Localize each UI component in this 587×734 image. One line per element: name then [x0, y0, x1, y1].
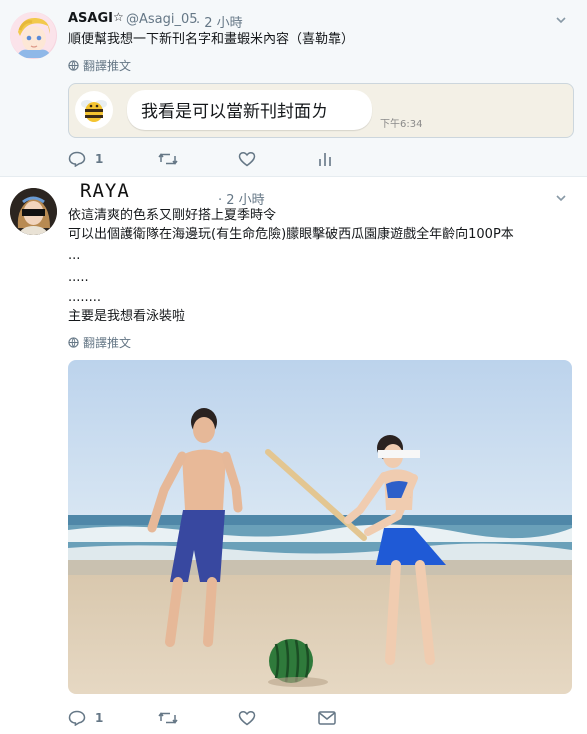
retweet-button[interactable] [158, 710, 238, 726]
display-name[interactable]: RAYA [80, 180, 130, 202]
chevron-down-icon[interactable] [555, 14, 567, 26]
translate-link[interactable]: 翻譯推文 [68, 334, 131, 351]
translate-label[interactable]: 翻譯推文 [83, 57, 131, 74]
reply-icon [68, 710, 86, 726]
chat-screenshot[interactable]: 我看是可以當新刊封面ㄌ 下午6:34 [68, 83, 574, 138]
tweet-line-2: 可以出個護衛隊在海邊玩(有生命危險)朦眼擊破西瓜園康遊戲全年齡向100P本 [68, 227, 514, 242]
reply-count: 1 [95, 711, 104, 725]
avatar[interactable] [10, 12, 57, 59]
envelope-icon [318, 711, 336, 725]
chat-bubble: 我看是可以當新刊封面ㄌ [127, 90, 372, 130]
avatar[interactable] [10, 188, 57, 235]
beach-photo[interactable] [68, 360, 572, 694]
tweet-line-1: 依這清爽的色系又剛好搭上夏季時令 [68, 208, 277, 223]
message-button[interactable] [318, 711, 336, 725]
display-name[interactable]: ASAGI [68, 11, 113, 26]
tweet-line-6: 主要是我想看泳裝啦 [68, 309, 186, 324]
globe-icon [68, 337, 79, 348]
bee-avatar [75, 91, 113, 129]
tweet-time[interactable]: · 2 小時 [196, 12, 243, 31]
tweet-line-3: ... [68, 248, 81, 263]
heart-icon [238, 151, 256, 167]
tweet-1[interactable]: ASAGI ☆ @Asagi_05 · 2 小時 順便幫我想一下新刊名字和畫蝦米… [0, 0, 587, 177]
retweet-icon [158, 153, 178, 165]
tweet-line-5: ........ [68, 290, 102, 305]
bee-icon [81, 100, 107, 122]
bar-chart-icon [319, 153, 331, 166]
tweet-line-4: ..... [68, 270, 89, 285]
chevron-down-icon[interactable] [555, 192, 567, 204]
star-icon: ☆ [113, 10, 124, 24]
reply-button[interactable]: 1 [68, 710, 158, 726]
analytics-button[interactable] [318, 151, 332, 167]
retweet-icon [158, 712, 178, 724]
translate-link[interactable]: 翻譯推文 [68, 57, 131, 74]
action-bar: 1 [68, 710, 336, 726]
tweet-text: 順便幫我想一下新刊名字和畫蝦米內容（喜勒靠） [68, 32, 355, 47]
retweet-button[interactable] [158, 151, 238, 167]
action-bar: 1 [68, 151, 332, 167]
reply-icon [68, 151, 86, 167]
like-button[interactable] [238, 151, 318, 167]
chat-message: 我看是可以當新刊封面ㄌ [141, 102, 328, 122]
user-handle[interactable]: @Asagi_05 [126, 12, 198, 27]
translate-label[interactable]: 翻譯推文 [83, 334, 131, 351]
reply-button[interactable]: 1 [68, 151, 158, 167]
heart-icon [238, 710, 256, 726]
chat-time: 下午6:34 [380, 119, 423, 130]
globe-icon [68, 60, 79, 71]
reply-count: 1 [95, 152, 104, 166]
like-button[interactable] [238, 710, 318, 726]
